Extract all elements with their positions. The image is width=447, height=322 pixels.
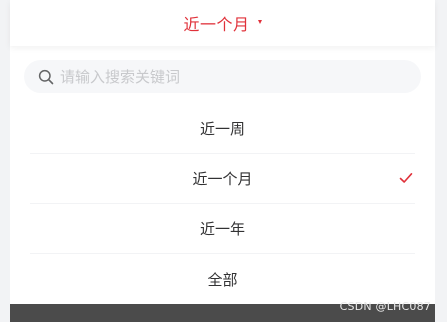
dropdown-header[interactable]: 近一个月 — [10, 0, 435, 46]
search-input[interactable] — [60, 67, 390, 86]
option-item-week[interactable]: 近一周 — [30, 104, 415, 154]
caret-down-icon[interactable] — [257, 20, 262, 24]
option-list: 近一周 近一个月 近一年 全部 — [30, 104, 415, 304]
search-bar[interactable] — [24, 60, 421, 93]
option-label: 全部 — [207, 270, 238, 289]
option-item-month[interactable]: 近一个月 — [30, 154, 415, 204]
option-item-all[interactable]: 全部 — [30, 254, 415, 304]
watermark-text: CSDN @LHC087 — [339, 300, 431, 313]
dropdown-title[interactable]: 近一个月 — [183, 11, 249, 35]
option-item-year[interactable]: 近一年 — [30, 204, 415, 254]
dropdown-panel: 近一个月 近一周 近一个月 近一年 全部 — [10, 0, 435, 304]
option-label: 近一个月 — [192, 170, 253, 188]
option-label: 近一年 — [199, 220, 245, 238]
option-label: 近一周 — [199, 120, 245, 138]
checkmark-icon — [399, 172, 413, 183]
search-icon — [38, 69, 54, 84]
